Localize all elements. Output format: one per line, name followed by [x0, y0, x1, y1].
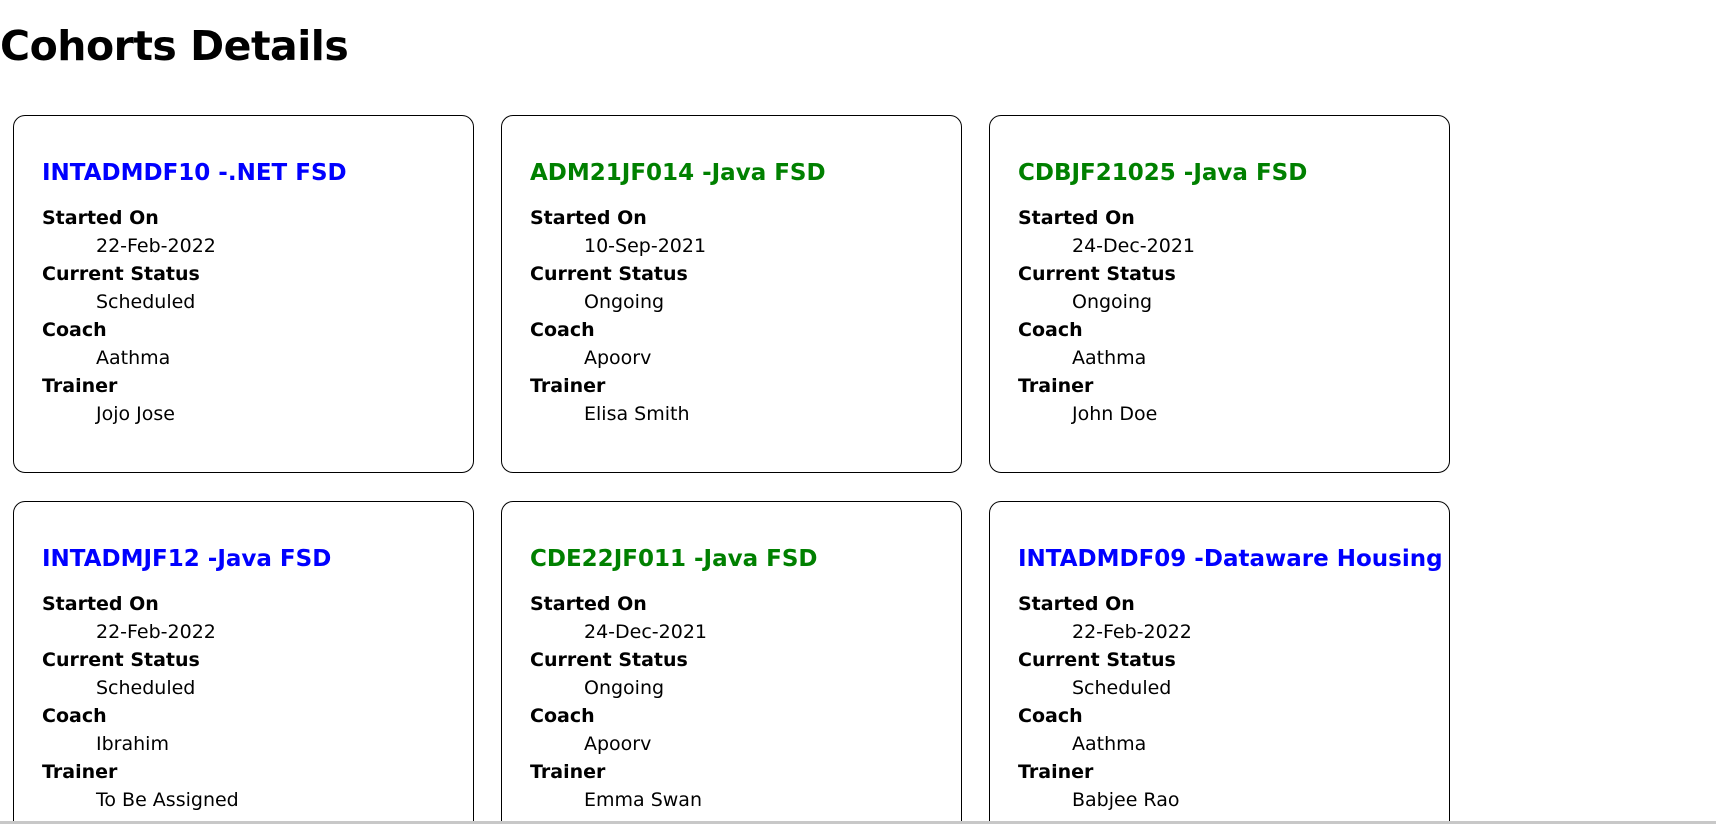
started-on-label: Started On [530, 593, 647, 615]
started-on-label: Started On [1018, 593, 1135, 615]
current-status-label: Current Status [1018, 649, 1176, 671]
current-status-label: Current Status [530, 649, 688, 671]
started-on-value: 22-Feb-2022 [96, 235, 216, 257]
trainer-value: Jojo Jose [96, 403, 175, 425]
trainer-value: Elisa Smith [584, 403, 690, 425]
trainer-label: Trainer [1018, 761, 1094, 783]
cohort-title: ADM21JF014 -Java FSD [530, 160, 826, 186]
cohort-card: INTADMDF10 -.NET FSD Started On 22-Feb-2… [13, 115, 474, 473]
trainer-label: Trainer [530, 375, 606, 397]
coach-value: Ibrahim [96, 733, 169, 755]
current-status-label: Current Status [42, 649, 200, 671]
cohort-card: CDBJF21025 -Java FSD Started On 24-Dec-2… [989, 115, 1450, 473]
started-on-value: 22-Feb-2022 [96, 621, 216, 643]
coach-value: Aathma [1072, 347, 1147, 369]
trainer-value: John Doe [1072, 403, 1158, 425]
coach-label: Coach [1018, 319, 1083, 341]
coach-value: Aathma [1072, 733, 1147, 755]
started-on-label: Started On [42, 207, 159, 229]
cohort-detail-list: Started On 24-Dec-2021 Current Status On… [530, 590, 961, 814]
current-status-value: Ongoing [584, 291, 665, 313]
cohort-title: CDBJF21025 -Java FSD [1018, 160, 1308, 186]
cohort-detail-list: Started On 22-Feb-2022 Current Status Sc… [42, 590, 473, 814]
started-on-value: 22-Feb-2022 [1072, 621, 1192, 643]
coach-value: Apoorv [584, 347, 652, 369]
trainer-label: Trainer [1018, 375, 1094, 397]
page-viewport: Cohorts Details INTADMDF10 -.NET FSD Sta… [0, 0, 1716, 821]
cohort-title: INTADMDF10 -.NET FSD [42, 160, 347, 186]
page-title: Cohorts Details [0, 22, 349, 70]
coach-label: Coach [42, 705, 107, 727]
cohort-card: CDE22JF011 -Java FSD Started On 24-Dec-2… [501, 501, 962, 821]
started-on-value: 10-Sep-2021 [584, 235, 707, 257]
coach-label: Coach [530, 705, 595, 727]
current-status-value: Ongoing [1072, 291, 1153, 313]
trainer-label: Trainer [530, 761, 606, 783]
current-status-value: Scheduled [96, 677, 196, 699]
cohort-detail-list: Started On 10-Sep-2021 Current Status On… [530, 204, 961, 428]
coach-label: Coach [530, 319, 595, 341]
cohort-card-grid: INTADMDF10 -.NET FSD Started On 22-Feb-2… [13, 115, 1473, 821]
current-status-label: Current Status [42, 263, 200, 285]
coach-label: Coach [1018, 705, 1083, 727]
started-on-value: 24-Dec-2021 [584, 621, 708, 643]
coach-label: Coach [42, 319, 107, 341]
trainer-label: Trainer [42, 761, 118, 783]
current-status-label: Current Status [1018, 263, 1176, 285]
current-status-value: Ongoing [584, 677, 665, 699]
started-on-value: 24-Dec-2021 [1072, 235, 1196, 257]
started-on-label: Started On [530, 207, 647, 229]
cohort-detail-list: Started On 22-Feb-2022 Current Status Sc… [1018, 590, 1449, 814]
started-on-label: Started On [42, 593, 159, 615]
trainer-value: To Be Assigned [96, 789, 239, 811]
cohort-title: INTADMDF09 -Dataware Housing [1018, 546, 1443, 572]
cohort-title: INTADMJF12 -Java FSD [42, 546, 332, 572]
current-status-label: Current Status [530, 263, 688, 285]
coach-value: Aathma [96, 347, 171, 369]
cohort-card: INTADMJF12 -Java FSD Started On 22-Feb-2… [13, 501, 474, 821]
trainer-value: Babjee Rao [1072, 789, 1180, 811]
cohort-title: CDE22JF011 -Java FSD [530, 546, 818, 572]
current-status-value: Scheduled [96, 291, 196, 313]
coach-value: Apoorv [584, 733, 652, 755]
cohort-detail-list: Started On 24-Dec-2021 Current Status On… [1018, 204, 1449, 428]
cohort-card: ADM21JF014 -Java FSD Started On 10-Sep-2… [501, 115, 962, 473]
trainer-label: Trainer [42, 375, 118, 397]
started-on-label: Started On [1018, 207, 1135, 229]
cohort-card: INTADMDF09 -Dataware Housing Started On … [989, 501, 1450, 821]
trainer-value: Emma Swan [584, 789, 702, 811]
current-status-value: Scheduled [1072, 677, 1172, 699]
cohort-detail-list: Started On 22-Feb-2022 Current Status Sc… [42, 204, 473, 428]
